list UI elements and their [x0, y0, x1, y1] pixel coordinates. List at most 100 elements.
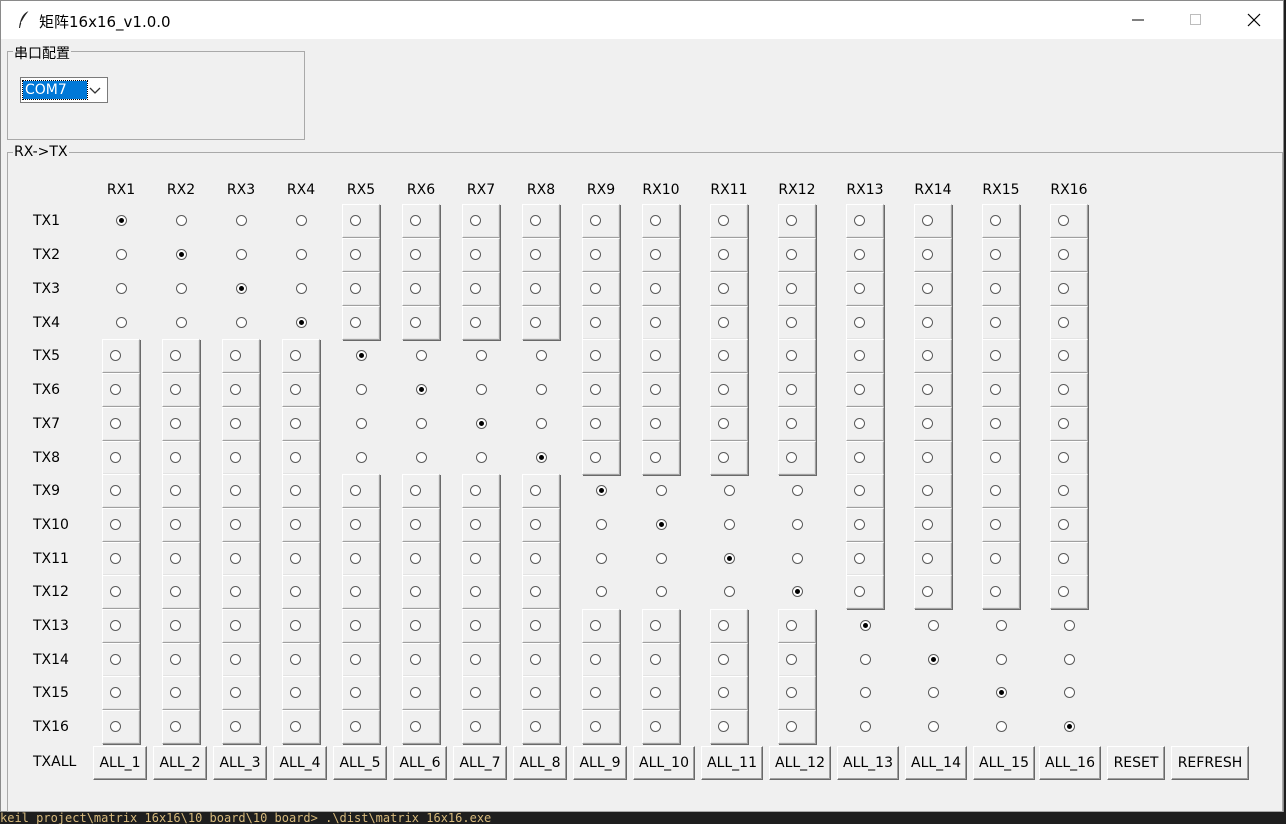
- route-cell-tx7-rx5[interactable]: [342, 407, 380, 441]
- radio-tx6-rx12[interactable]: [786, 384, 797, 395]
- radio-tx12-rx11[interactable]: [724, 586, 735, 597]
- radio-tx15-rx12[interactable]: [786, 687, 797, 698]
- route-cell-tx10-rx12[interactable]: [778, 508, 816, 542]
- radio-tx4-rx13[interactable]: [854, 317, 865, 328]
- radio-tx11-rx6[interactable]: [410, 553, 421, 564]
- radio-tx3-rx12[interactable]: [786, 283, 797, 294]
- route-cell-tx15-rx3[interactable]: [222, 676, 260, 710]
- route-cell-tx13-rx6[interactable]: [402, 609, 440, 643]
- radio-tx8-rx1[interactable]: [110, 452, 121, 463]
- route-cell-tx10-rx3[interactable]: [222, 508, 260, 542]
- route-cell-tx5-rx1[interactable]: [102, 339, 140, 373]
- route-cell-tx2-rx11[interactable]: [710, 238, 748, 272]
- radio-tx5-rx14[interactable]: [922, 350, 933, 361]
- all-5-button[interactable]: ALL_5: [333, 746, 387, 780]
- route-cell-tx6-rx1[interactable]: [102, 373, 140, 407]
- route-cell-tx14-rx16[interactable]: [1050, 643, 1088, 677]
- route-cell-tx11-rx11[interactable]: [710, 542, 748, 576]
- route-cell-tx8-rx14[interactable]: [914, 441, 952, 475]
- route-cell-tx16-rx10[interactable]: [642, 710, 680, 744]
- radio-tx6-rx15[interactable]: [990, 384, 1001, 395]
- radio-tx1-rx7[interactable]: [470, 215, 481, 226]
- radio-tx7-rx1[interactable]: [110, 418, 121, 429]
- route-cell-tx12-rx1[interactable]: [102, 575, 140, 609]
- route-cell-tx15-rx5[interactable]: [342, 676, 380, 710]
- radio-tx11-rx2[interactable]: [170, 553, 181, 564]
- radio-tx2-rx7[interactable]: [470, 249, 481, 260]
- all-15-button[interactable]: ALL_15: [973, 746, 1035, 780]
- route-cell-tx6-rx2[interactable]: [162, 373, 200, 407]
- route-cell-tx6-rx8[interactable]: [522, 373, 560, 407]
- radio-tx10-rx6[interactable]: [410, 519, 421, 530]
- radio-tx10-rx9[interactable]: [596, 519, 607, 530]
- radio-tx1-rx12[interactable]: [786, 215, 797, 226]
- route-cell-tx2-rx14[interactable]: [914, 238, 952, 272]
- route-cell-tx2-rx13[interactable]: [846, 238, 884, 272]
- route-cell-tx14-rx6[interactable]: [402, 643, 440, 677]
- radio-tx9-rx10[interactable]: [656, 485, 667, 496]
- route-cell-tx4-rx8[interactable]: [522, 306, 560, 340]
- route-cell-tx9-rx3[interactable]: [222, 474, 260, 508]
- route-cell-tx9-rx8[interactable]: [522, 474, 560, 508]
- radio-tx2-rx5[interactable]: [350, 249, 361, 260]
- radio-tx5-rx6[interactable]: [416, 350, 427, 361]
- radio-tx15-rx15[interactable]: [996, 687, 1007, 698]
- all-7-button[interactable]: ALL_7: [453, 746, 507, 780]
- route-cell-tx13-rx8[interactable]: [522, 609, 560, 643]
- route-cell-tx6-rx16[interactable]: [1050, 373, 1088, 407]
- radio-tx3-rx1[interactable]: [116, 283, 127, 294]
- radio-tx3-rx7[interactable]: [470, 283, 481, 294]
- route-cell-tx5-rx5[interactable]: [342, 339, 380, 373]
- route-cell-tx9-rx16[interactable]: [1050, 474, 1088, 508]
- route-cell-tx6-rx6[interactable]: [402, 373, 440, 407]
- route-cell-tx14-rx12[interactable]: [778, 643, 816, 677]
- radio-tx11-rx3[interactable]: [230, 553, 241, 564]
- route-cell-tx13-rx13[interactable]: [846, 609, 884, 643]
- route-cell-tx2-rx1[interactable]: [102, 238, 140, 272]
- radio-tx13-rx7[interactable]: [470, 620, 481, 631]
- radio-tx5-rx3[interactable]: [230, 350, 241, 361]
- route-cell-tx8-rx5[interactable]: [342, 441, 380, 475]
- route-cell-tx11-rx1[interactable]: [102, 542, 140, 576]
- route-cell-tx6-rx15[interactable]: [982, 373, 1020, 407]
- radio-tx12-rx7[interactable]: [470, 586, 481, 597]
- route-cell-tx12-rx15[interactable]: [982, 575, 1020, 609]
- radio-tx1-rx5[interactable]: [350, 215, 361, 226]
- route-cell-tx12-rx8[interactable]: [522, 575, 560, 609]
- radio-tx11-rx12[interactable]: [792, 553, 803, 564]
- radio-tx8-rx5[interactable]: [356, 452, 367, 463]
- radio-tx9-rx1[interactable]: [110, 485, 121, 496]
- route-cell-tx4-rx7[interactable]: [462, 306, 500, 340]
- radio-tx2-rx16[interactable]: [1058, 249, 1069, 260]
- radio-tx11-rx4[interactable]: [290, 553, 301, 564]
- radio-tx8-rx6[interactable]: [416, 452, 427, 463]
- radio-tx14-rx8[interactable]: [530, 654, 541, 665]
- radio-tx8-rx10[interactable]: [650, 452, 661, 463]
- route-cell-tx3-rx4[interactable]: [282, 272, 320, 306]
- route-cell-tx13-rx12[interactable]: [778, 609, 816, 643]
- route-cell-tx11-rx4[interactable]: [282, 542, 320, 576]
- radio-tx6-rx5[interactable]: [356, 384, 367, 395]
- route-cell-tx3-rx7[interactable]: [462, 272, 500, 306]
- route-cell-tx7-rx14[interactable]: [914, 407, 952, 441]
- route-cell-tx11-rx3[interactable]: [222, 542, 260, 576]
- radio-tx9-rx4[interactable]: [290, 485, 301, 496]
- radio-tx8-rx3[interactable]: [230, 452, 241, 463]
- radio-tx7-rx14[interactable]: [922, 418, 933, 429]
- radio-tx5-rx15[interactable]: [990, 350, 1001, 361]
- refresh-button[interactable]: REFRESH: [1171, 746, 1249, 780]
- route-cell-tx10-rx1[interactable]: [102, 508, 140, 542]
- radio-tx15-rx16[interactable]: [1064, 687, 1075, 698]
- route-cell-tx2-rx3[interactable]: [222, 238, 260, 272]
- radio-tx10-rx13[interactable]: [854, 519, 865, 530]
- route-cell-tx10-rx10[interactable]: [642, 508, 680, 542]
- radio-tx10-rx10[interactable]: [656, 519, 667, 530]
- radio-tx2-rx11[interactable]: [718, 249, 729, 260]
- route-cell-tx11-rx14[interactable]: [914, 542, 952, 576]
- radio-tx3-rx16[interactable]: [1058, 283, 1069, 294]
- route-cell-tx13-rx9[interactable]: [582, 609, 620, 643]
- radio-tx1-rx15[interactable]: [990, 215, 1001, 226]
- radio-tx16-rx3[interactable]: [230, 721, 241, 732]
- route-cell-tx16-rx15[interactable]: [982, 710, 1020, 744]
- radio-tx7-rx6[interactable]: [416, 418, 427, 429]
